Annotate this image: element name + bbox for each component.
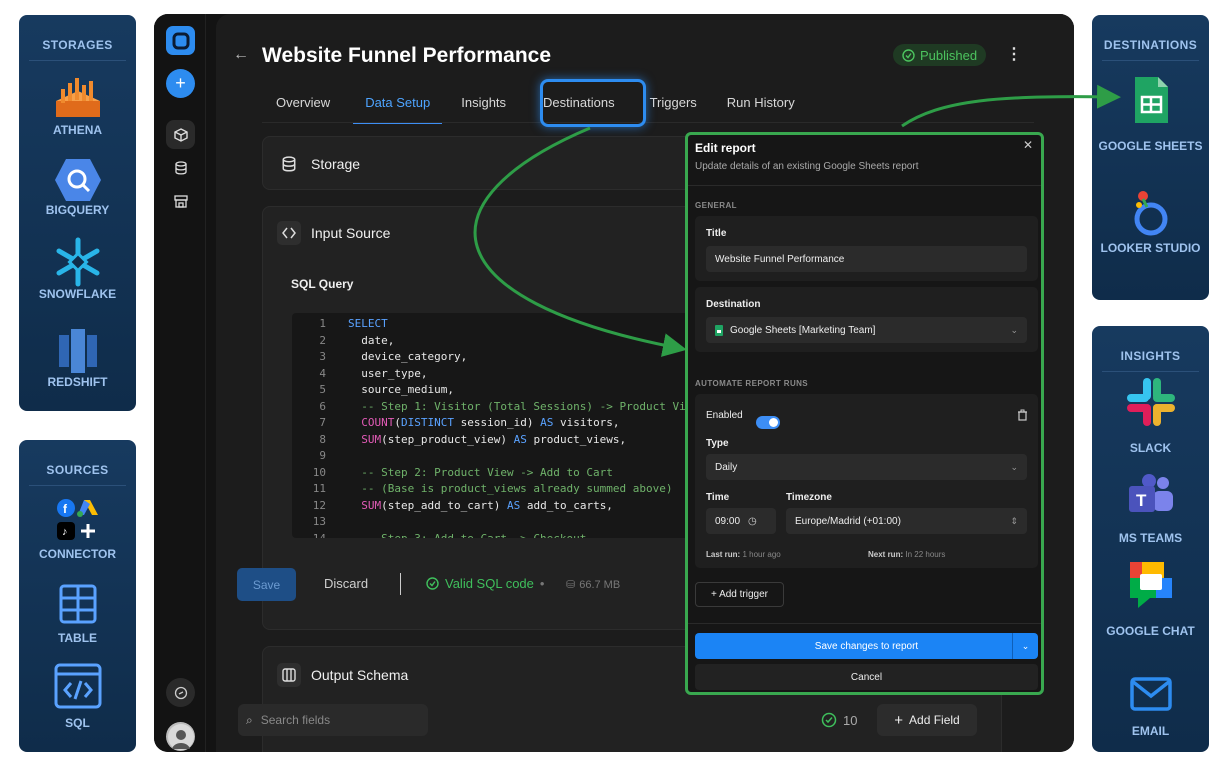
timezone-select[interactable]: Europe/Madrid (+01:00) ⇕: [786, 508, 1027, 534]
edit-report-modal: Edit report Update details of an existin…: [685, 132, 1044, 695]
modal-divider: [688, 185, 1041, 186]
automation-group: Enabled Type Daily ⌄ Time 09:00 ◷ Timezo…: [695, 394, 1038, 568]
save-changes-button[interactable]: Save changes to report ⌄: [695, 633, 1038, 659]
title-label: Title: [706, 228, 727, 239]
title-input[interactable]: Website Funnel Performance: [706, 246, 1027, 272]
close-icon[interactable]: ✕: [1023, 138, 1033, 152]
timezone-value: Europe/Madrid (+01:00): [795, 515, 901, 527]
title-field-group: Title Website Funnel Performance: [695, 216, 1038, 281]
time-input[interactable]: 09:00 ◷: [706, 508, 776, 534]
next-run-value: In 22 hours: [905, 550, 946, 559]
add-trigger-button[interactable]: + Add trigger: [695, 582, 784, 607]
arrow-to-google-sheets: [901, 84, 1121, 128]
timezone-label: Timezone: [786, 492, 832, 503]
chevron-down-icon: ⌄: [1010, 324, 1018, 335]
sort-arrows-icon: ⇕: [1010, 515, 1018, 526]
arrow-to-modal: [473, 126, 687, 357]
last-run-label: Last run:: [706, 550, 741, 559]
clock-icon: ◷: [748, 515, 757, 527]
cancel-button[interactable]: Cancel: [695, 664, 1038, 690]
type-chevron-icon: ⌄: [1010, 461, 1018, 472]
type-value: Daily: [715, 461, 738, 473]
save-options-chevron-icon[interactable]: ⌄: [1012, 633, 1038, 659]
last-run-value: 1 hour ago: [742, 550, 781, 559]
destination-label: Destination: [706, 299, 761, 310]
next-run: Next run: In 22 hours: [868, 550, 945, 559]
modal-title: Edit report: [695, 141, 756, 155]
destination-value: Google Sheets [Marketing Team]: [730, 324, 876, 336]
footer-divider: [688, 623, 1041, 624]
trash-icon[interactable]: [1017, 409, 1028, 421]
time-value: 09:00: [715, 515, 741, 527]
time-label: Time: [706, 492, 730, 503]
type-select[interactable]: Daily ⌄: [706, 454, 1027, 480]
save-changes-label: Save changes to report: [814, 640, 919, 652]
sheets-small-icon: [715, 324, 723, 336]
general-section-label: GENERAL: [695, 201, 737, 210]
automate-section-label: AUTOMATE REPORT RUNS: [695, 379, 809, 388]
screenshot-root: STORAGES ATHENA BIGQUERY SNOWFLAKE REDSH…: [0, 0, 1228, 768]
destination-select[interactable]: Google Sheets [Marketing Team] ⌄: [706, 317, 1027, 343]
enabled-toggle[interactable]: [756, 416, 780, 429]
modal-subtitle: Update details of an existing Google She…: [695, 161, 919, 172]
destination-field-group: Destination Google Sheets [Marketing Tea…: [695, 287, 1038, 352]
enabled-label: Enabled: [706, 410, 743, 421]
last-run: Last run: 1 hour ago: [706, 550, 781, 559]
type-label: Type: [706, 438, 729, 449]
next-run-label: Next run:: [868, 550, 904, 559]
